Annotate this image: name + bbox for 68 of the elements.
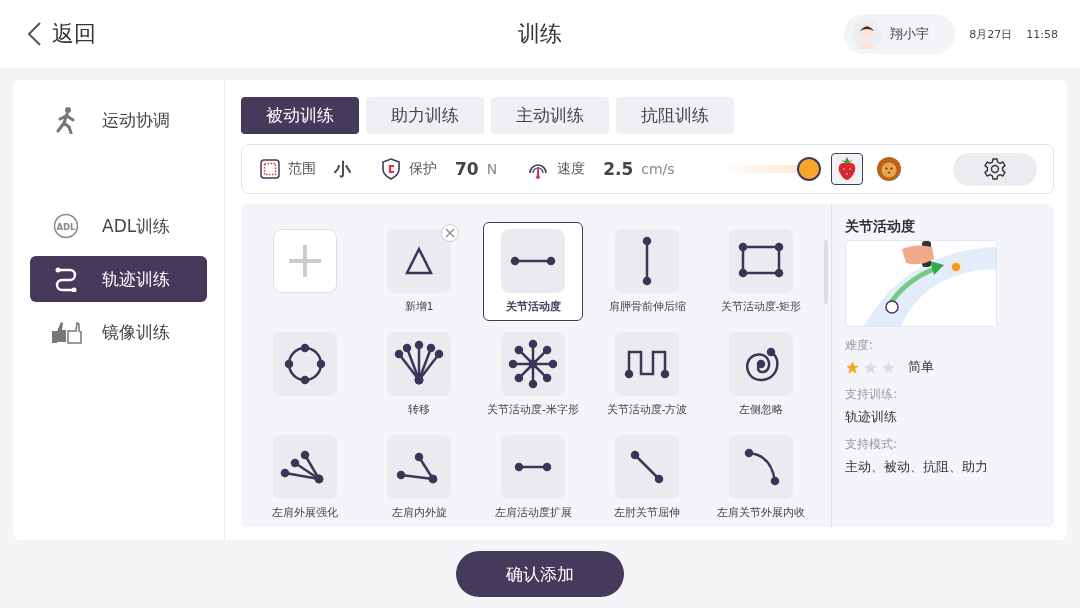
track-item[interactable]: 左肘关节屈伸 — [597, 428, 697, 527]
detail-title: 关节活动度 — [845, 218, 916, 236]
fan-lines-icon — [387, 332, 451, 396]
adl-icon: ADL — [53, 213, 79, 239]
track-item[interactable]: 转移 — [369, 325, 469, 424]
modes-value: 主动、被动、抗阻、助力 — [845, 458, 989, 476]
range-value: 小 — [334, 157, 351, 181]
track-item[interactable]: 左肩外展强化 — [255, 428, 355, 527]
date-text: 8月27日 — [969, 26, 1013, 42]
track-item[interactable]: 关节活动度-米字形 — [483, 325, 583, 424]
track-item[interactable]: 肩胛骨前伸后缩 — [597, 222, 697, 321]
delete-button[interactable] — [441, 224, 459, 242]
track-item[interactable]: 左侧忽略 — [711, 325, 811, 424]
confirm-button[interactable]: 确认添加 — [456, 551, 624, 597]
training-label: 支持训练: — [845, 386, 899, 403]
star-icon — [863, 359, 878, 375]
track-item[interactable]: 新增1 — [369, 222, 469, 321]
protection-label: 保护 — [409, 160, 437, 178]
star-icon — [881, 359, 896, 375]
asterisk-icon — [501, 332, 565, 396]
settings-button[interactable] — [953, 152, 1037, 186]
close-icon — [445, 228, 455, 238]
spiral-icon — [729, 332, 793, 396]
speed-value: 2.5 — [603, 159, 634, 179]
unit-text: N — [486, 161, 498, 177]
range-label: 范围 — [288, 160, 316, 178]
slider-thumb[interactable] — [796, 157, 821, 181]
track-icon — [53, 266, 79, 292]
training-value: 轨迹训练 — [845, 408, 898, 426]
angle-icon — [387, 435, 451, 499]
back-icon — [26, 21, 42, 47]
sidebar-item[interactable]: 运动协调 — [30, 97, 207, 143]
sidebar-item[interactable]: 镜像训练 — [30, 309, 207, 355]
speed-label: 速度 — [557, 160, 586, 178]
sidebar-item[interactable]: 轨迹训练 — [30, 256, 207, 302]
track-item[interactable]: 关节活动度-矩形 — [711, 222, 811, 321]
square-wave-icon — [615, 332, 679, 396]
track-item[interactable]: 关节活动度-方波 — [597, 325, 697, 424]
training-tab[interactable]: 助力训练 — [366, 97, 484, 134]
range-icon — [260, 159, 280, 179]
training-tab[interactable]: 主动训练 — [491, 97, 609, 134]
user-badge[interactable]: 翔小宇 — [844, 14, 956, 54]
track-item[interactable]: 关节活动度 — [483, 222, 583, 321]
fan-lines-icon — [273, 435, 337, 499]
track-item[interactable]: 左肩关节外展内收 — [711, 428, 811, 527]
plus-icon — [273, 229, 337, 293]
track-item[interactable]: 左肩内外旋 — [369, 428, 469, 527]
arc-icon — [729, 435, 793, 499]
unit-text: cm/s — [641, 161, 675, 177]
rectangle-icon — [729, 229, 793, 293]
settings-icon — [983, 157, 1007, 181]
star-icon — [845, 359, 860, 375]
theme-option[interactable] — [830, 153, 863, 185]
shield-icon — [381, 158, 401, 180]
training-tab[interactable]: 被动训练 — [241, 97, 359, 134]
time-text: 11:58 — [1026, 27, 1058, 41]
protection-value: 70 — [455, 159, 479, 179]
back-button[interactable]: 返回 — [26, 19, 96, 49]
training-tab[interactable]: 抗阻训练 — [616, 97, 734, 134]
difficulty-value: 简单 — [908, 358, 934, 376]
sidebar-item[interactable]: ADL ADL训练 — [30, 203, 207, 249]
page-title: 训练 — [518, 20, 562, 48]
lion-icon — [875, 156, 902, 182]
track-item[interactable]: 左肩活动度扩展 — [483, 428, 583, 527]
difficulty-label: 难度: — [845, 337, 875, 354]
hands-icon — [50, 319, 82, 345]
avatar-icon — [852, 19, 883, 49]
modes-label: 支持模式: — [845, 436, 899, 453]
